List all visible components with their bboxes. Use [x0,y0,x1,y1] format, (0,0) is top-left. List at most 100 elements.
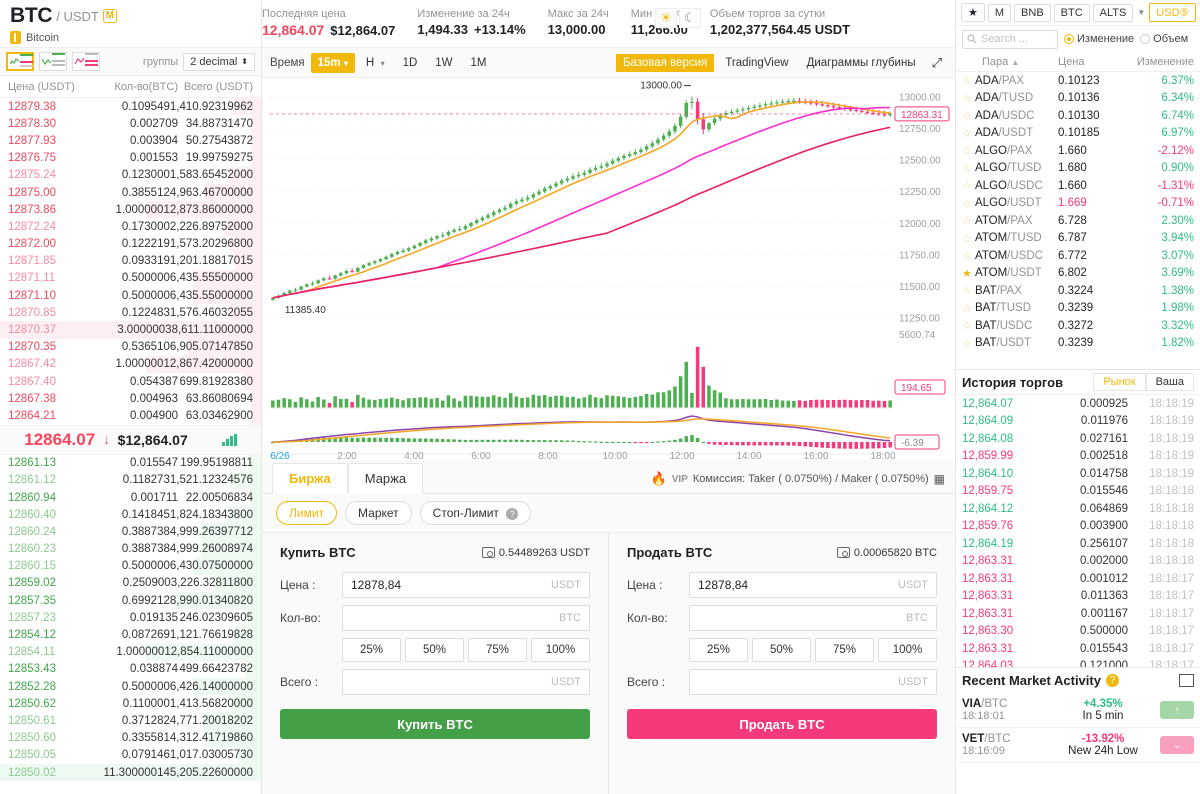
tab-usd-markets[interactable]: USD⑤ [1149,3,1197,22]
bid-row[interactable]: 12860.15 0.500000 6,430.07500000 [0,557,261,575]
bid-row[interactable]: 12860.23 0.388738 4,999.26008974 [0,540,261,558]
bid-row[interactable]: 12857.23 0.019135 246.02309605 [0,609,261,627]
tab-margin[interactable]: Маржа [347,463,424,494]
alts-chevron-down-icon[interactable]: ▼ [1136,8,1146,17]
market-row[interactable]: ☆ ADA/USDC 0.10130 6.74% [956,107,1200,125]
favorite-star-icon[interactable]: ☆ [962,144,975,157]
ask-row[interactable]: 12870.85 0.122483 1,576.46032055 [0,304,261,322]
dark-theme-icon[interactable]: ☾ [679,8,701,28]
help-icon[interactable]: ? [1105,674,1119,687]
bid-row[interactable]: 12860.24 0.388738 4,999.26397712 [0,523,261,541]
ask-row[interactable]: 12873.86 1.000000 12,873.86000000 [0,201,261,219]
orderbook-view-asks-icon[interactable] [72,52,100,71]
mk-col-change[interactable]: Изменение [1126,56,1194,68]
bid-row[interactable]: 12850.60 0.335581 4,312.41719860 [0,729,261,747]
market-row[interactable]: ☆ ALGO/USDT 1.669 -0.71% [956,195,1200,213]
favorite-star-icon[interactable]: ☆ [962,127,975,140]
ask-row[interactable]: 12879.38 0.109549 1,410.92319962 [0,98,261,116]
tab-depth-chart[interactable]: Диаграммы глубины [800,54,923,72]
market-row[interactable]: ☆ BAT/PAX 0.3224 1.38% [956,282,1200,300]
ask-row[interactable]: 12864.21 0.004900 63.03462900 [0,407,261,425]
favorite-star-icon[interactable]: ☆ [962,179,975,192]
bid-row[interactable]: 12857.35 0.699212 8,990.01340820 [0,592,261,610]
market-row[interactable]: ☆ BAT/USDC 0.3272 3.32% [956,317,1200,335]
favorite-star-icon[interactable]: ☆ [962,249,975,262]
tab-margin-markets[interactable]: M [987,3,1012,22]
favorite-star-icon[interactable]: ☆ [962,232,975,245]
favorite-star-icon[interactable]: ★ [962,267,975,280]
fullscreen-icon[interactable]: ⤢ [927,53,947,73]
buy-pct-25[interactable]: 25% [342,638,401,662]
sell-pct-25[interactable]: 25% [689,638,748,662]
ask-row[interactable]: 12870.37 3.000000 38,611.11000000 [0,321,261,339]
bid-row[interactable]: 12860.94 0.001711 22.00506834 [0,488,261,507]
decimal-select[interactable]: 2 decimal ⬍ [183,52,255,71]
market-row[interactable]: ☆ BAT/TUSD 0.3239 1.98% [956,300,1200,318]
ask-row[interactable]: 12867.42 1.000000 12,867.42000000 [0,355,261,373]
sell-submit-button[interactable]: Продать BTC [627,709,937,739]
favorite-star-icon[interactable]: ☆ [962,337,975,350]
interval-15m[interactable]: 15m ▾ [310,52,355,73]
favorite-star-icon[interactable]: ☆ [962,197,975,210]
interval-hour[interactable]: H ▾ [359,53,392,73]
bid-row[interactable]: 12861.12 0.118273 1,521.12324576 [0,471,261,489]
bid-row[interactable]: 12859.02 0.250900 3,226.32811800 [0,574,261,593]
favorite-star-icon[interactable]: ☆ [962,284,975,297]
ask-row[interactable]: 12875.24 0.123000 1,583.65452000 [0,166,261,184]
buy-total-input[interactable]: USDT [342,669,590,695]
activity-row[interactable]: VET/BTC 18:16:09 -13.92% New 24h Low ⌄ [956,728,1200,763]
sell-pct-50[interactable]: 50% [752,638,811,662]
ask-row[interactable]: 12867.38 0.004963 63.86080694 [0,390,261,408]
radio-volume[interactable]: Объем [1140,33,1188,45]
bid-row[interactable]: 12850.05 0.079146 1,017.03005730 [0,746,261,764]
ask-row[interactable]: 12871.11 0.500000 6,435.55500000 [0,269,261,288]
radio-change[interactable]: Изменение [1064,33,1134,45]
ask-row[interactable]: 12872.24 0.173000 2,226.89752000 [0,218,261,236]
interval-1w[interactable]: 1W [428,53,459,73]
market-row[interactable]: ☆ ALGO/USDC 1.660 -1.31% [956,177,1200,195]
favorite-star-icon[interactable]: ☆ [962,74,975,87]
buy-amount-input[interactable]: BTC [342,605,590,631]
favorite-star-icon[interactable]: ☆ [962,302,975,315]
market-row[interactable]: ☆ ADA/USDT 0.10185 6.97% [956,125,1200,143]
sell-price-input[interactable]: 12878,84 USDT [689,572,937,598]
interval-1m[interactable]: 1M [464,53,494,73]
favorite-star-icon[interactable]: ☆ [962,162,975,175]
ask-row[interactable]: 12871.10 0.500000 6,435.55000000 [0,287,261,305]
bid-row[interactable]: 12850.61 0.371282 4,771.20018202 [0,712,261,730]
ask-row[interactable]: 12867.40 0.054387 699.81928380 [0,373,261,391]
calculator-icon[interactable]: ▦ [934,472,945,486]
bid-row[interactable]: 12852.28 0.500000 6,426.14000000 [0,678,261,696]
ask-row[interactable]: 12871.85 0.093319 1,201.18817015 [0,252,261,270]
ask-row[interactable]: 12875.00 0.385512 4,963.46700000 [0,183,261,202]
buy-submit-button[interactable]: Купить BTC [280,709,590,739]
tab-my-trades[interactable]: Ваша [1145,373,1194,391]
favorite-star-icon[interactable]: ☆ [962,109,975,122]
mk-col-price[interactable]: Цена [1058,56,1126,68]
favorite-star-icon[interactable]: ☆ [962,214,975,227]
tab-favorites[interactable]: ★ [961,3,985,22]
sell-amount-input[interactable]: BTC [689,605,937,631]
order-type-limit[interactable]: Лимит [276,501,338,525]
market-row[interactable]: ★ ATOM/USDT 6.802 3.69% [956,265,1200,283]
bid-row[interactable]: 12850.62 0.110000 1,413.56820000 [0,695,261,713]
favorite-star-icon[interactable]: ☆ [962,92,975,105]
bid-row[interactable]: 12861.13 0.015547 199.95198811 [0,454,261,472]
tab-exchange[interactable]: Биржа [272,463,348,494]
market-row[interactable]: ☆ ADA/TUSD 0.10136 6.34% [956,90,1200,108]
bid-row[interactable]: 12860.40 0.141845 1,824.18343800 [0,506,261,524]
tab-market-trades[interactable]: Рынок [1093,373,1146,391]
buy-pct-75[interactable]: 75% [468,638,527,662]
market-row[interactable]: ☆ ALGO/PAX 1.660 -2.12% [956,142,1200,160]
tab-btc-markets[interactable]: BTC [1053,3,1090,22]
tab-bnb-markets[interactable]: BNB [1014,3,1051,22]
market-row[interactable]: ☆ ADA/PAX 0.10123 6.37% [956,72,1200,90]
sell-pct-100[interactable]: 100% [878,638,937,662]
light-theme-icon[interactable]: ☀ [655,8,677,28]
sell-total-input[interactable]: USDT [689,669,937,695]
buy-pct-100[interactable]: 100% [531,638,590,662]
buy-pct-50[interactable]: 50% [405,638,464,662]
buy-price-input[interactable]: 12878,84 USDT [342,572,590,598]
price-chart[interactable]: 13000.00 12750.00 12500.00 12250.00 12000.00… [262,78,955,460]
collapse-panel-icon[interactable] [1179,674,1194,687]
